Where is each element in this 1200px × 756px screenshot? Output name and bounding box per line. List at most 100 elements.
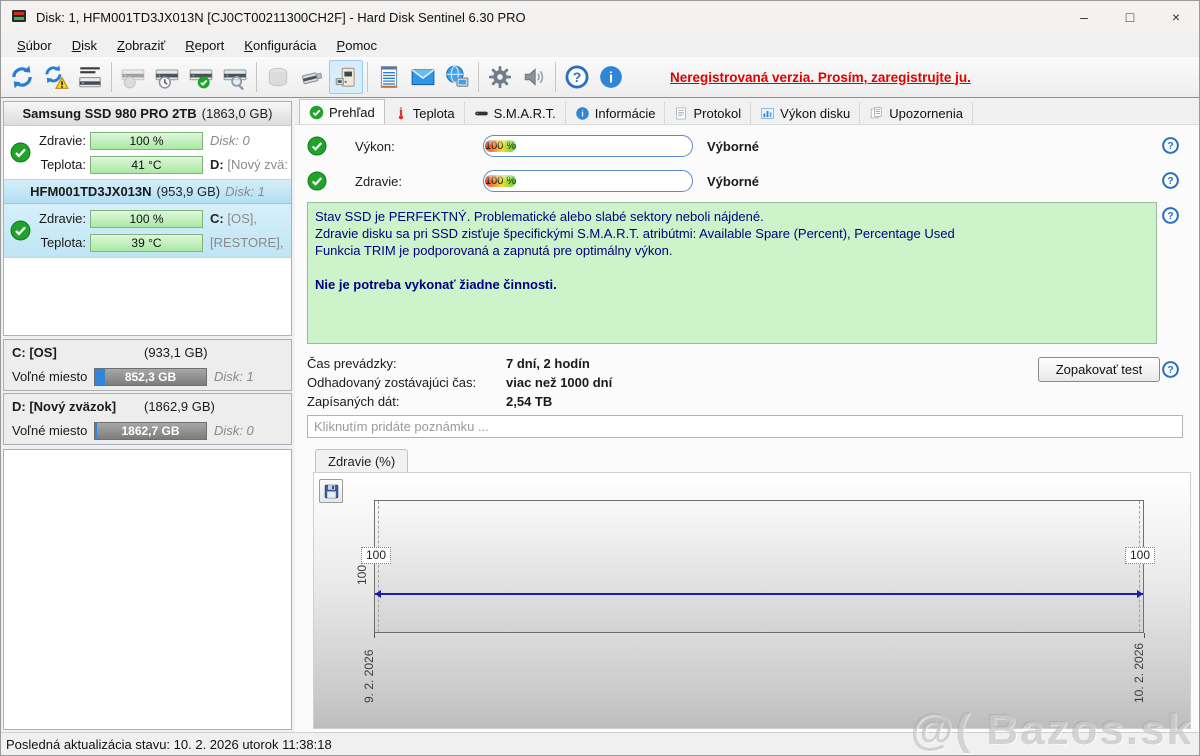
smart-disk-icon xyxy=(474,106,489,121)
close-button[interactable]: × xyxy=(1153,1,1199,33)
disk-1-name: HFM001TD3JX013N xyxy=(30,184,151,199)
sound-icon[interactable] xyxy=(517,60,551,94)
disk-1-health-label: Zdravie: xyxy=(4,211,90,226)
chart-tab-health[interactable]: Zdravie (%) xyxy=(315,449,408,472)
app-window: Disk: 1, HFM001TD3JX013N [CJ0CT00211300C… xyxy=(0,0,1200,756)
partition-d-disk: Disk: 0 xyxy=(214,423,254,438)
chart-dashed-line-left xyxy=(378,501,379,632)
menu-disk[interactable]: Disk xyxy=(62,35,107,56)
tab-overview[interactable]: Prehľad xyxy=(299,99,385,124)
notes-icon[interactable] xyxy=(372,60,406,94)
document-icon xyxy=(674,106,688,121)
svg-text:?: ? xyxy=(573,69,582,85)
disk-1-size: (953,9 GB) xyxy=(157,184,221,199)
check-circle-icon xyxy=(309,105,324,120)
menu-bar: Súbor Disk Zobraziť Report Konfigurácia … xyxy=(1,33,1199,57)
disk-entry-1[interactable]: HFM001TD3JX013N (953,9 GB) Disk: 1 Zdrav… xyxy=(4,180,291,258)
disk-report-icon[interactable] xyxy=(73,60,107,94)
menu-report[interactable]: Report xyxy=(175,35,234,56)
minimize-button[interactable]: – xyxy=(1061,1,1107,33)
tab-alerts-label: Upozornenia xyxy=(889,106,963,121)
partition-c[interactable]: C: [OS] (933,1 GB) Voľné miesto 852,3 GB… xyxy=(3,339,292,391)
disk-1-header: HFM001TD3JX013N (953,9 GB) Disk: 1 xyxy=(4,180,291,204)
disk-0-volume-letter: D: xyxy=(210,157,224,172)
partition-c-used-segment xyxy=(95,369,105,385)
partition-c-free-label: Voľné miesto xyxy=(4,369,94,384)
health-bar-value: 100 % xyxy=(485,175,516,187)
performance-bar: 100 % xyxy=(483,135,693,157)
save-chart-button[interactable] xyxy=(319,479,343,503)
svg-text:i: i xyxy=(609,70,613,86)
last-update-text: Posledná aktualizácia stavu: 10. 2. 2026… xyxy=(6,737,332,752)
partition-d-free-label: Voľné miesto xyxy=(4,423,94,438)
main-panel: Prehľad Teplota S.M.A.R.T. i Informácie … xyxy=(295,99,1199,732)
disk-0-header: Samsung SSD 980 PRO 2TB (1863,0 GB) xyxy=(4,102,291,126)
network-icon[interactable] xyxy=(440,60,474,94)
retest-help-icon[interactable]: ? xyxy=(1161,360,1180,382)
disk-1-health-bar: 100 % xyxy=(90,210,203,228)
status-help-icon[interactable]: ? xyxy=(1161,206,1180,228)
performance-help-icon[interactable]: ? xyxy=(1161,136,1180,158)
sidebar-empty-area xyxy=(3,449,292,730)
partition-d-used-segment xyxy=(95,423,97,439)
chart-point-label-left: 100 xyxy=(361,547,391,564)
health-help-icon[interactable]: ? xyxy=(1161,171,1180,193)
lifetime-value: viac než 1000 dní xyxy=(506,375,612,394)
toolbar-separator xyxy=(478,62,479,92)
partition-c-disk: Disk: 1 xyxy=(214,369,254,384)
svg-text:?: ? xyxy=(1167,211,1173,222)
info-icon[interactable]: i xyxy=(594,60,628,94)
partition-c-size: (933,1 GB) xyxy=(144,345,208,360)
refresh-warning-icon[interactable] xyxy=(39,60,73,94)
refresh-icon[interactable] xyxy=(5,60,39,94)
status-textbox: Stav SSD je PERFEKTNÝ. Problematické ale… xyxy=(307,202,1157,344)
usb-drive-icon[interactable] xyxy=(295,60,329,94)
tab-log[interactable]: Protokol xyxy=(665,102,751,124)
partition-d[interactable]: D: [Nový zväzok] (1862,9 GB) Voľné miest… xyxy=(3,393,292,445)
chart-date-right: 10. 2. 2026 xyxy=(1132,643,1146,703)
note-input[interactable] xyxy=(307,415,1183,438)
chart-tick-left xyxy=(374,633,375,638)
partition-c-name: C: [OS] xyxy=(12,345,57,360)
disk-1-volume-name: [OS], xyxy=(227,211,257,226)
disk-1-volume-name-2: [RESTORE], xyxy=(210,235,283,250)
chart-tab-label: Zdravie (%) xyxy=(328,454,395,469)
disk-search-icon[interactable] xyxy=(218,60,252,94)
performance-bar-value: 100 % xyxy=(485,140,516,152)
menu-view[interactable]: Zobraziť xyxy=(107,35,175,56)
disk-entry-0[interactable]: Samsung SSD 980 PRO 2TB (1863,0 GB) Zdra… xyxy=(4,102,291,180)
svg-text:?: ? xyxy=(1167,365,1173,376)
tab-performance-label: Výkon disku xyxy=(780,106,850,121)
window-title: Disk: 1, HFM001TD3JX013N [CJ0CT00211300C… xyxy=(36,10,526,25)
disk-0-temp-label: Teplota: xyxy=(4,157,90,172)
chart-date-left: 9. 2. 2026 xyxy=(362,650,376,703)
svg-text:i: i xyxy=(581,108,583,118)
help-icon[interactable]: ? xyxy=(560,60,594,94)
email-icon[interactable] xyxy=(406,60,440,94)
menu-help[interactable]: Pomoc xyxy=(327,35,387,56)
unregistered-notice[interactable]: Neregistrovaná verzia. Prosím, zaregistr… xyxy=(670,70,971,85)
tab-performance[interactable]: Výkon disku xyxy=(751,102,860,124)
disk-surface-icon[interactable] xyxy=(116,60,150,94)
tab-smart[interactable]: S.M.A.R.T. xyxy=(465,102,566,124)
overview-content: Výkon: 100 % Výborné ? Zdravie: 100 % Vý… xyxy=(295,124,1199,732)
written-value: 2,54 TB xyxy=(506,394,552,413)
tab-information[interactable]: i Informácie xyxy=(566,102,666,124)
partition-d-free-bar: 1862,7 GB xyxy=(94,422,207,440)
disk-clock-icon[interactable] xyxy=(150,60,184,94)
menu-file[interactable]: Súbor xyxy=(7,35,62,56)
toolbar-separator xyxy=(256,62,257,92)
tab-alerts[interactable]: Upozornenia xyxy=(860,102,973,124)
disk-test-icon[interactable] xyxy=(184,60,218,94)
performance-rating: Výborné xyxy=(707,139,759,154)
disk-1-volume-letter: C: xyxy=(210,211,224,226)
performance-label: Výkon: xyxy=(355,139,483,154)
tab-temperature[interactable]: Teplota xyxy=(385,102,465,124)
menu-configuration[interactable]: Konfigurácia xyxy=(234,35,326,56)
maximize-button[interactable]: □ xyxy=(1107,1,1153,33)
poweron-value: 7 dní, 2 hodín xyxy=(506,356,590,375)
retest-button[interactable]: Zopakovať test xyxy=(1038,357,1160,382)
disk-drum-icon[interactable] xyxy=(261,60,295,94)
eject-drive-icon[interactable] xyxy=(329,60,363,94)
settings-gear-icon[interactable] xyxy=(483,60,517,94)
